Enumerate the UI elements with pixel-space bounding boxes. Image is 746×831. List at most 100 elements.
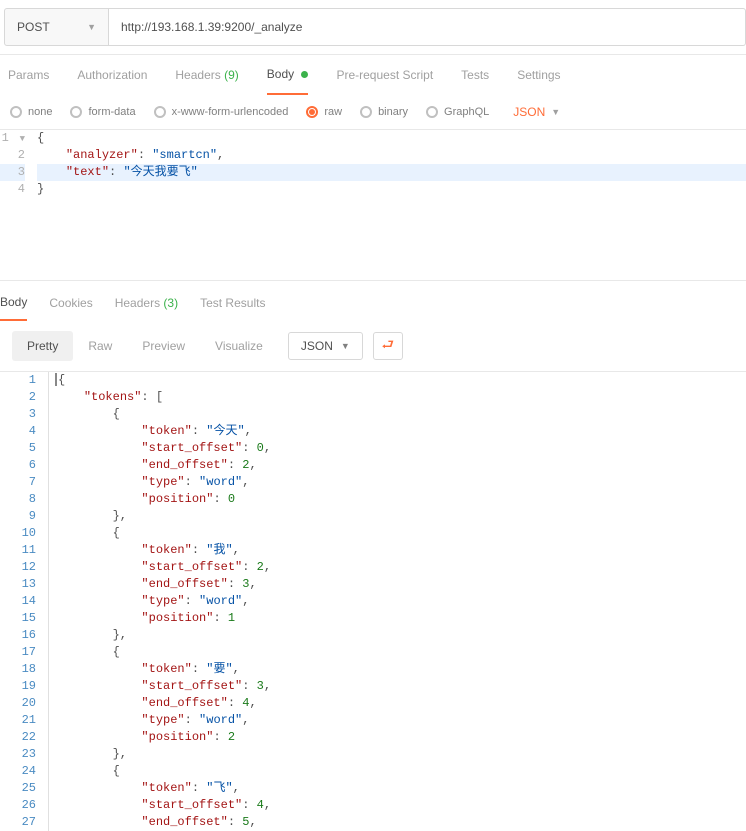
response-body-editor[interactable]: 1 2 3 4 5 6 7 8 9 10 11 12 13 14 15 16 1… <box>0 371 746 831</box>
code-token: : <box>228 577 242 591</box>
url-input[interactable] <box>109 8 746 46</box>
body-type-formdata-label: form-data <box>88 106 135 118</box>
code-token: { <box>113 407 120 421</box>
code-token: : <box>109 165 123 179</box>
code-token: } <box>37 182 44 196</box>
http-method-select[interactable]: POST ▼ <box>4 8 109 46</box>
tab-settings[interactable]: Settings <box>517 68 560 94</box>
code-token: }, <box>113 509 127 523</box>
chevron-down-icon: ▼ <box>341 341 350 351</box>
line-number: 17 <box>0 644 36 661</box>
response-format-select[interactable]: JSON ▼ <box>288 332 363 360</box>
code-token: , <box>249 696 256 710</box>
code-token: "text" <box>66 165 109 179</box>
body-type-binary[interactable]: binary <box>360 106 408 118</box>
resp-tab-testresults[interactable]: Test Results <box>200 296 265 320</box>
body-format-select[interactable]: JSON ▼ <box>513 105 560 119</box>
fold-icon[interactable]: ▼ <box>16 131 25 148</box>
code-token: , <box>233 543 240 557</box>
code-token: "type" <box>141 713 184 727</box>
http-method-value: POST <box>17 20 50 34</box>
code-token: : <box>141 390 155 404</box>
radio-icon <box>70 106 82 118</box>
code-token: : <box>185 594 199 608</box>
code-token: : <box>228 696 242 710</box>
line-number: 3 <box>0 406 36 423</box>
resp-tab-headers[interactable]: Headers (3) <box>115 296 178 320</box>
body-type-formdata[interactable]: form-data <box>70 106 135 118</box>
line-number: 5 <box>0 440 36 457</box>
wrap-lines-button[interactable]: ⮐ <box>373 332 403 360</box>
code-token: , <box>264 441 271 455</box>
line-number: 11 <box>0 542 36 559</box>
line-number: 7 <box>0 474 36 491</box>
code-token: : <box>192 662 206 676</box>
line-number: 4 <box>18 182 25 196</box>
headers-count: (9) <box>224 68 239 82</box>
line-number: 18 <box>0 661 36 678</box>
code-token: { <box>113 764 120 778</box>
body-type-graphql-label: GraphQL <box>444 106 489 118</box>
line-number: 9 <box>0 508 36 525</box>
radio-icon <box>306 106 318 118</box>
code-token: : <box>185 475 199 489</box>
code-token: "start_offset" <box>141 560 242 574</box>
view-visualize-button[interactable]: Visualize <box>200 331 278 361</box>
code-token: , <box>242 713 249 727</box>
view-preview-button[interactable]: Preview <box>127 331 200 361</box>
response-format-value: JSON <box>301 339 333 353</box>
resp-tab-cookies[interactable]: Cookies <box>49 296 92 320</box>
code-token: }, <box>113 747 127 761</box>
tab-prerequest[interactable]: Pre-request Script <box>336 68 433 94</box>
code-token: 2 <box>257 560 264 574</box>
code-token: : <box>192 424 206 438</box>
tab-params[interactable]: Params <box>8 68 49 94</box>
code-token: }, <box>113 628 127 642</box>
response-code[interactable]: { "tokens": [ { "token": "今天", "start_of… <box>48 372 746 831</box>
view-pretty-button[interactable]: Pretty <box>12 331 73 361</box>
request-body-editor[interactable]: 1 ▼ 2 3 4 { "analyzer": "smartcn", "text… <box>0 130 746 260</box>
line-number: 20 <box>0 695 36 712</box>
code-token: "word" <box>199 713 242 727</box>
code-token: : <box>192 781 206 795</box>
code-token: 4 <box>257 798 264 812</box>
code-token: , <box>242 475 249 489</box>
code-token: "token" <box>141 543 191 557</box>
chevron-down-icon: ▼ <box>551 107 560 117</box>
code-token: "analyzer" <box>66 148 138 162</box>
radio-icon <box>10 106 22 118</box>
body-type-raw[interactable]: raw <box>306 106 342 118</box>
code-token: 5 <box>242 815 249 829</box>
request-gutter: 1 ▼ 2 3 4 <box>0 130 35 260</box>
unsaved-dot-icon <box>301 71 308 78</box>
tab-body[interactable]: Body <box>267 67 309 95</box>
code-token: "smartcn" <box>152 148 217 162</box>
tab-headers[interactable]: Headers (9) <box>175 68 238 94</box>
line-number: 8 <box>0 491 36 508</box>
line-number: 4 <box>0 423 36 440</box>
tab-tests[interactable]: Tests <box>461 68 489 94</box>
code-token: "position" <box>141 611 213 625</box>
code-token: "今天我要飞" <box>123 165 197 179</box>
radio-icon <box>360 106 372 118</box>
body-type-none[interactable]: none <box>10 106 52 118</box>
line-number: 16 <box>0 627 36 644</box>
line-number: 22 <box>0 729 36 746</box>
request-code[interactable]: { "analyzer": "smartcn", "text": "今天我要飞"… <box>35 130 746 260</box>
resp-tab-body[interactable]: Body <box>0 295 27 321</box>
body-type-binary-label: binary <box>378 106 408 118</box>
body-type-graphql[interactable]: GraphQL <box>426 106 489 118</box>
view-raw-button[interactable]: Raw <box>73 331 127 361</box>
tab-authorization[interactable]: Authorization <box>77 68 147 94</box>
code-token: "今天" <box>206 424 244 438</box>
code-token: : <box>213 730 227 744</box>
code-token: : <box>228 458 242 472</box>
tab-body-label: Body <box>267 67 294 81</box>
code-token: 3 <box>257 679 264 693</box>
code-token: "start_offset" <box>141 798 242 812</box>
line-number: 1 <box>2 131 9 145</box>
body-type-urlencoded[interactable]: x-www-form-urlencoded <box>154 106 289 118</box>
code-token: 1 <box>228 611 235 625</box>
response-tabs: Body Cookies Headers (3) Test Results <box>0 280 746 321</box>
code-token: : <box>242 441 256 455</box>
